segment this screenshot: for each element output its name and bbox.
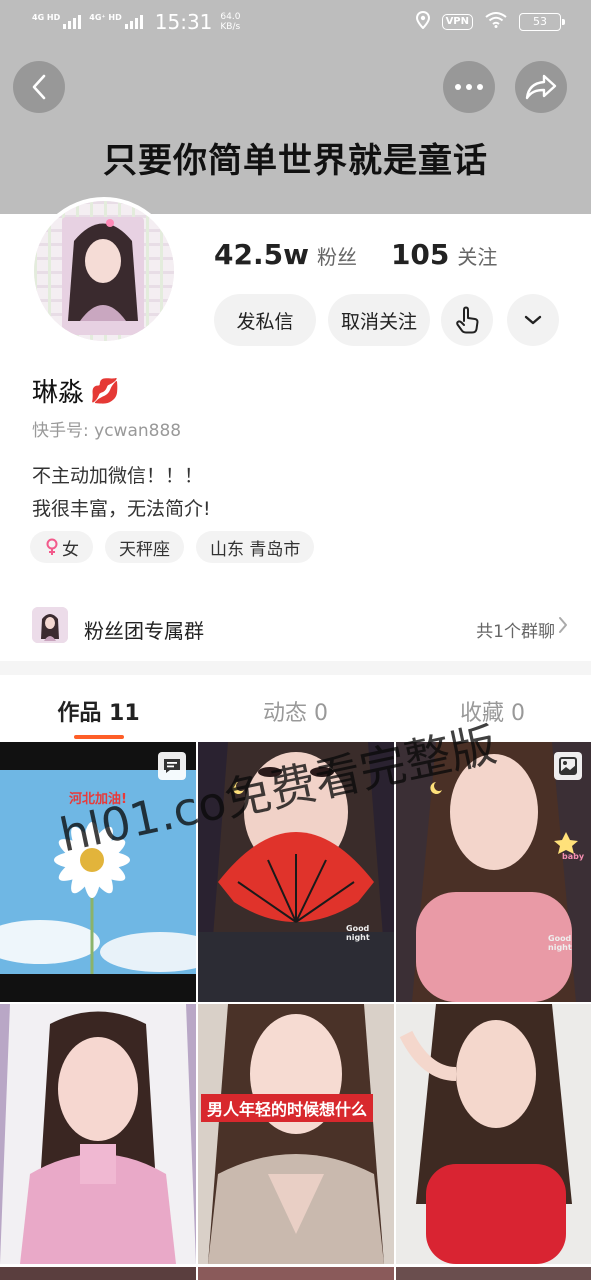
- chevron-right-icon: [557, 615, 569, 639]
- unfollow-button[interactable]: 取消关注: [328, 294, 430, 346]
- signal-1-icon: 4G HD: [32, 13, 82, 29]
- gender-tag: 女: [30, 531, 93, 563]
- fan-group-count: 共1个群聊: [476, 622, 555, 642]
- share-icon: [525, 74, 557, 100]
- clock: 15:31: [154, 10, 213, 34]
- avatar[interactable]: [30, 197, 178, 345]
- tab-moments[interactable]: 动态 0: [197, 675, 394, 741]
- work-thumbnail-8[interactable]: [198, 1266, 394, 1280]
- tab-works-count: 11: [109, 701, 140, 726]
- content-tabs: 作品 11 动态 0 收藏 0: [0, 675, 591, 741]
- following-count[interactable]: 105: [391, 238, 449, 271]
- nickname: 琳淼 💋: [32, 372, 120, 409]
- tab-works-label: 作品: [57, 701, 102, 726]
- tab-moments-count: 0: [314, 701, 328, 726]
- lips-emoji: 💋: [90, 376, 120, 405]
- bio: 不主动加微信！！！ 我很丰富，无法简介!: [32, 460, 211, 526]
- expand-recommendations-button[interactable]: [507, 294, 559, 346]
- female-icon: [46, 538, 58, 555]
- network-speed: 64.0 KB/s: [220, 12, 240, 32]
- work-thumbnail-6[interactable]: [396, 1004, 591, 1264]
- work-5-caption: 男人年轻的时候想什么: [201, 1094, 374, 1122]
- nickname-text: 琳淼: [32, 378, 85, 408]
- followers-count[interactable]: 42.5w: [214, 238, 309, 271]
- work-thumbnail-5[interactable]: [198, 1004, 394, 1264]
- active-tab-indicator: [74, 735, 124, 739]
- fan-group-thumbnail: [32, 607, 68, 643]
- status-bar: 4G HD 4G⁺ HD 15:31 64.0 KB/s VPN 53: [0, 0, 591, 46]
- work-thumbnail-9[interactable]: [396, 1266, 591, 1280]
- poke-button[interactable]: [441, 294, 493, 346]
- followers-label[interactable]: 粉丝: [317, 241, 357, 270]
- profile-stats: 42.5w 粉丝 105 关注: [214, 238, 497, 271]
- profile-tags: 女 天秤座 山东 青岛市: [30, 531, 315, 563]
- following-label[interactable]: 关注: [457, 241, 497, 270]
- work-3-sticker: Good night: [548, 934, 572, 952]
- tab-works[interactable]: 作品 11: [0, 675, 197, 741]
- network-type-1: 4G HD: [32, 13, 61, 22]
- zodiac-tag: 天秤座: [105, 531, 184, 563]
- image-post-icon: [554, 752, 582, 780]
- bio-line-1: 不主动加微信！！！: [32, 465, 204, 487]
- gender-tag-label: 女: [62, 539, 79, 560]
- vpn-badge: VPN: [441, 14, 473, 30]
- work-2-sticker: Good night: [346, 924, 370, 942]
- more-dots-icon: [455, 84, 483, 90]
- back-button[interactable]: [13, 61, 65, 113]
- chevron-down-icon: [524, 315, 542, 325]
- work-thumbnail-4[interactable]: [0, 1004, 196, 1264]
- tap-hand-icon: [456, 306, 479, 334]
- battery-icon: 53: [519, 13, 565, 31]
- section-divider: [0, 661, 591, 675]
- fan-group-row[interactable]: 粉丝团专属群 共1个群聊: [0, 597, 591, 659]
- fan-group-title: 粉丝团专属群: [84, 619, 204, 643]
- more-button[interactable]: [443, 61, 495, 113]
- tab-moments-label: 动态: [262, 701, 307, 726]
- speed-unit: KB/s: [220, 22, 241, 32]
- back-arrow-icon: [32, 74, 46, 100]
- wifi-icon: [485, 12, 507, 32]
- signal-2-icon: 4G⁺ HD: [89, 13, 143, 29]
- bio-line-2: 我很丰富，无法简介!: [32, 498, 211, 520]
- network-type-2: 4G⁺ HD: [89, 13, 122, 22]
- work-thumbnail-7[interactable]: [0, 1266, 196, 1280]
- location-tag: 山东 青岛市: [196, 531, 315, 563]
- share-button[interactable]: [515, 61, 567, 113]
- account-id[interactable]: 快手号: ycwan888: [32, 416, 181, 441]
- location-icon: [415, 10, 430, 33]
- header-banner-text: 只要你简单世界就是童话: [103, 141, 488, 181]
- message-button[interactable]: 发私信: [214, 294, 316, 346]
- tab-favorites-count: 0: [511, 701, 525, 726]
- work-3-baby-text: baby: [562, 852, 585, 861]
- speed-value: 64.0: [220, 12, 241, 22]
